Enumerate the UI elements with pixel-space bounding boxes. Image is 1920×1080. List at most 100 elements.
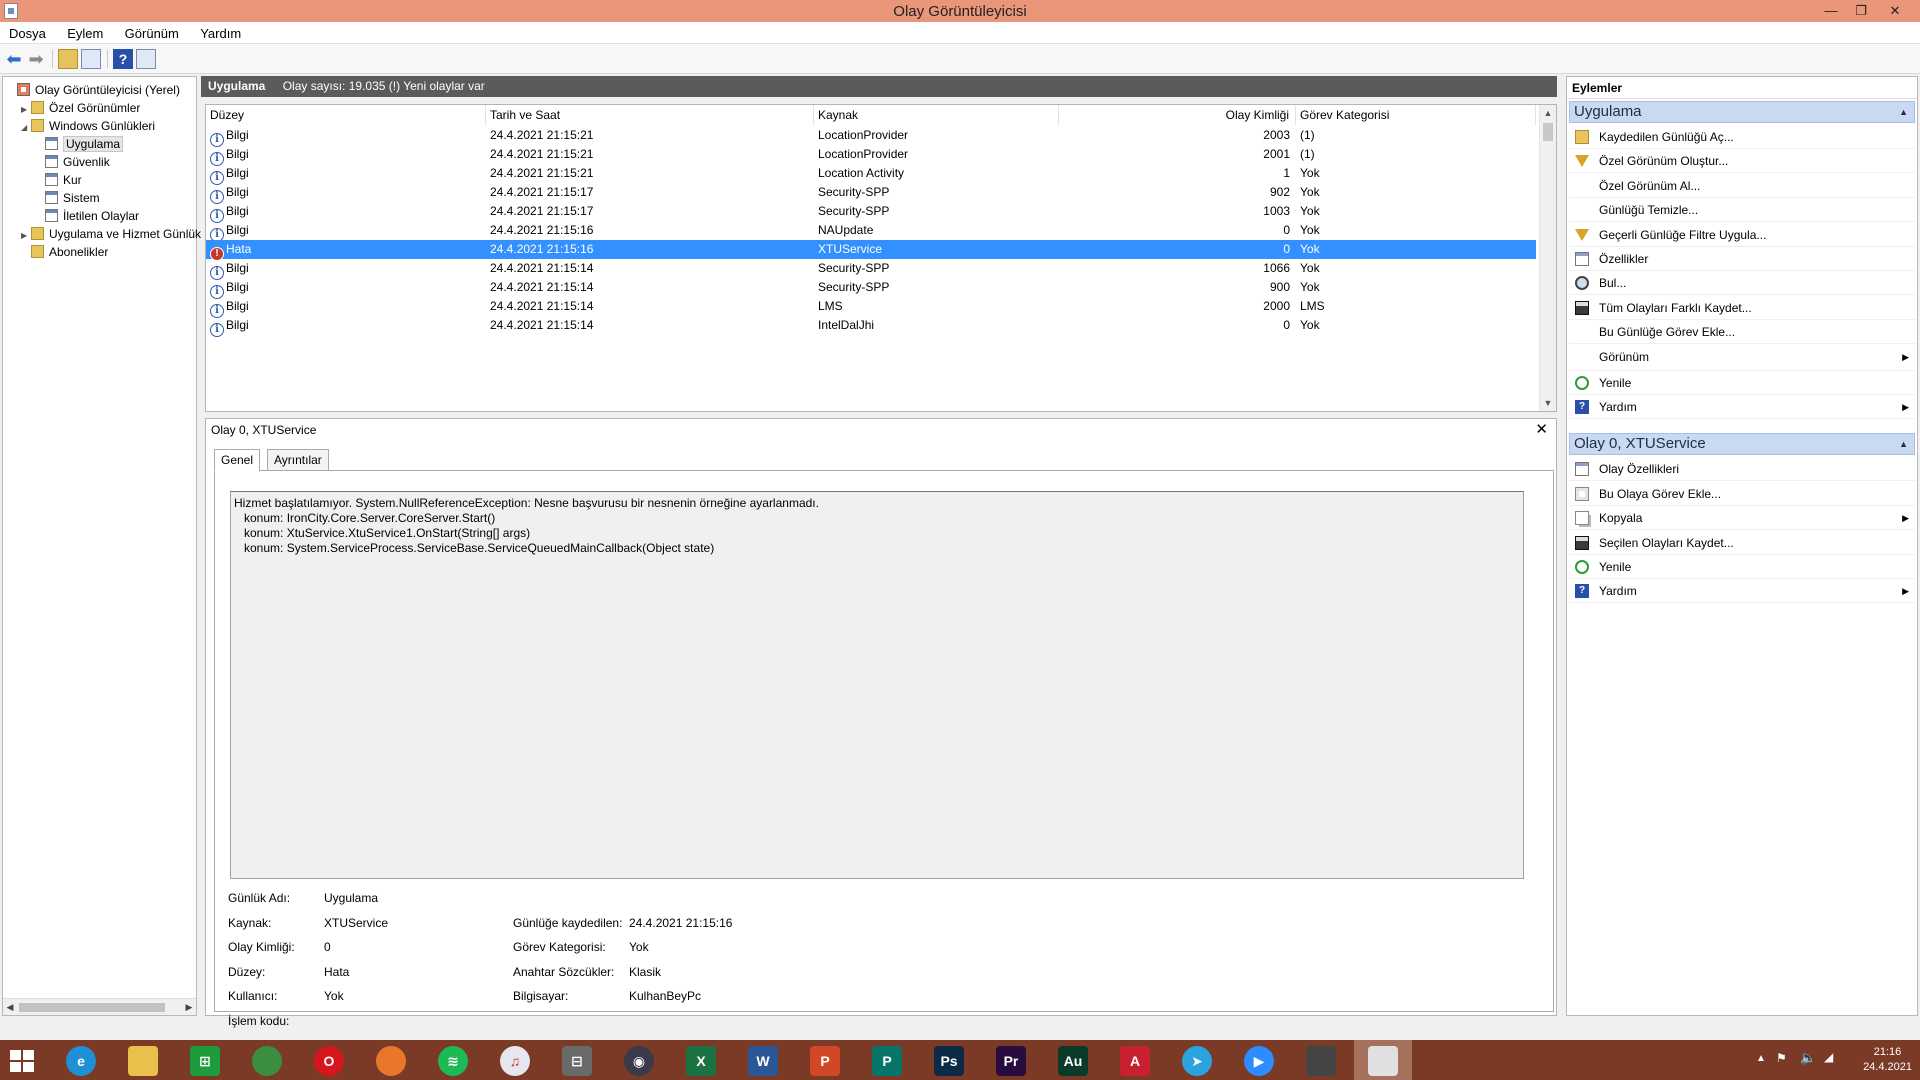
back-arrow-icon[interactable]: ⬅ bbox=[4, 49, 24, 69]
action-zel-g-r-n-m-olu-tur[interactable]: Özel Görünüm Oluştur... bbox=[1569, 149, 1915, 174]
user-photo-icon[interactable] bbox=[1306, 1046, 1336, 1076]
zoom-icon[interactable]: ▶ bbox=[1244, 1046, 1274, 1076]
table-row[interactable]: i Bilgi 24.4.2021 21:15:21 LocationProvider… bbox=[206, 126, 1536, 147]
column-header-event-id[interactable]: Olay Kimliği bbox=[1059, 105, 1296, 125]
file-explorer-icon[interactable] bbox=[128, 1046, 158, 1076]
collapse-caret-icon[interactable]: ▲ bbox=[1899, 102, 1908, 122]
tree-item-i-letilen-olaylar[interactable]: İletilen Olaylar bbox=[35, 207, 139, 225]
action-zellikler[interactable]: Özellikler bbox=[1569, 247, 1915, 271]
publisher-icon[interactable]: P bbox=[872, 1046, 902, 1076]
restore-button[interactable]: ❐ bbox=[1846, 0, 1876, 22]
table-row[interactable]: i Bilgi 24.4.2021 21:15:21 LocationProvider… bbox=[206, 145, 1536, 166]
tree-horizontal-scrollbar[interactable]: ◀ ▶ bbox=[3, 998, 196, 1015]
scroll-down-icon[interactable]: ▼ bbox=[1540, 395, 1556, 411]
action-yard-m[interactable]: ? Yardım ▶ bbox=[1569, 579, 1915, 604]
menu-help[interactable]: Yardım bbox=[191, 22, 250, 41]
minimize-button[interactable]: — bbox=[1816, 0, 1846, 22]
actions-section-header[interactable]: Olay 0, XTUService ▲ bbox=[1569, 433, 1915, 456]
action-bu-olaya-g-rev-ekle[interactable]: Bu Olaya Görev Ekle... bbox=[1569, 482, 1915, 506]
photoshop-icon[interactable]: Ps bbox=[934, 1046, 964, 1076]
tree-item-uygulama[interactable]: Uygulama bbox=[35, 135, 124, 153]
obs-icon[interactable]: ◉ bbox=[624, 1046, 654, 1076]
table-row[interactable]: i Bilgi 24.4.2021 21:15:14 Security-SPP 900 Y… bbox=[206, 278, 1536, 299]
media-app-icon[interactable]: ⊟ bbox=[562, 1046, 592, 1076]
chrome-icon[interactable] bbox=[252, 1046, 282, 1076]
action-t-m-olaylar-farkl-kaydet[interactable]: Tüm Olayları Farklı Kaydet... bbox=[1569, 296, 1915, 320]
action-yenile[interactable]: Yenile bbox=[1569, 371, 1915, 395]
close-icon[interactable]: ✕ bbox=[1535, 420, 1548, 438]
forward-arrow-icon[interactable]: ➡ bbox=[26, 49, 46, 69]
clock[interactable]: 21:16 24.4.2021 bbox=[1863, 1045, 1912, 1075]
menu-file[interactable]: Dosya bbox=[0, 22, 55, 41]
scroll-right-icon[interactable]: ▶ bbox=[182, 999, 196, 1015]
column-header-datetime[interactable]: Tarih ve Saat bbox=[486, 105, 814, 125]
volume-icon[interactable]: 🔈 bbox=[1800, 1050, 1816, 1066]
network-flag-icon[interactable]: ⚑ bbox=[1776, 1051, 1787, 1065]
show-hide-actions-icon[interactable] bbox=[136, 49, 156, 69]
word-icon[interactable]: W bbox=[748, 1046, 778, 1076]
column-header-task-category[interactable]: Görev Kategorisi bbox=[1296, 105, 1536, 125]
action-g-nl-temizle[interactable]: Günlüğü Temizle... bbox=[1569, 198, 1915, 223]
autocad-icon[interactable]: A bbox=[1120, 1046, 1150, 1076]
tab-general[interactable]: Genel bbox=[214, 449, 261, 472]
menu-action[interactable]: Eylem bbox=[58, 22, 112, 41]
help-icon[interactable]: ? bbox=[113, 49, 133, 69]
table-row[interactable]: i Bilgi 24.4.2021 21:15:21 Location Activit… bbox=[206, 164, 1536, 185]
action-zel-g-r-n-m-al[interactable]: Özel Görünüm Al... bbox=[1569, 174, 1915, 198]
table-row[interactable]: ! Hata 24.4.2021 21:15:16 XTUService 0 Yok bbox=[206, 240, 1536, 261]
powerpoint-icon[interactable]: P bbox=[810, 1046, 840, 1076]
telegram-icon[interactable]: ➤ bbox=[1182, 1046, 1212, 1076]
tree-item-kur[interactable]: Kur bbox=[35, 171, 82, 189]
table-row[interactable]: i Bilgi 24.4.2021 21:15:14 IntelDalJhi 0 Yok bbox=[206, 316, 1536, 337]
opera-icon[interactable]: O bbox=[314, 1046, 344, 1076]
tree-item-g-venlik[interactable]: Güvenlik bbox=[35, 153, 110, 171]
action-olay-zellikleri[interactable]: Olay Özellikleri bbox=[1569, 457, 1915, 482]
scroll-thumb[interactable] bbox=[19, 1003, 165, 1012]
action-kopyala[interactable]: Kopyala ▶ bbox=[1569, 506, 1915, 531]
event-message-box[interactable]: Hizmet başlatılamıyor. System.NullRefere… bbox=[230, 491, 1524, 879]
table-row[interactable]: i Bilgi 24.4.2021 21:15:16 NAUpdate 0 Yok bbox=[206, 221, 1536, 242]
column-header-source[interactable]: Kaynak bbox=[814, 105, 1059, 125]
tray-expand-icon[interactable]: ▲ bbox=[1756, 1053, 1766, 1064]
tree-item-zel-g-r-n-mler[interactable]: ▶ Özel Görünümler bbox=[21, 99, 140, 117]
store-icon[interactable]: ⊞ bbox=[190, 1046, 220, 1076]
table-row[interactable]: i Bilgi 24.4.2021 21:15:17 Security-SPP 1003… bbox=[206, 202, 1536, 223]
action-bu-g-nl-e-g-rev-ekle[interactable]: Bu Günlüğe Görev Ekle... bbox=[1569, 320, 1915, 345]
table-row[interactable]: i Bilgi 24.4.2021 21:15:17 Security-SPP 902 Y… bbox=[206, 183, 1536, 204]
edge-icon[interactable]: e bbox=[66, 1046, 96, 1076]
actions-section-header[interactable]: Uygulama ▲ bbox=[1569, 101, 1915, 123]
action-g-r-n-m[interactable]: Görünüm ▶ bbox=[1569, 345, 1915, 371]
table-row[interactable]: i Bilgi 24.4.2021 21:15:14 Security-SPP 1066… bbox=[206, 259, 1536, 280]
close-button[interactable]: ✕ bbox=[1880, 0, 1910, 22]
windows-start-icon[interactable] bbox=[10, 1050, 36, 1072]
tree-item-olay-g-r-nt-leyicisi-yerel[interactable]: Olay Görüntüleyicisi (Yerel) bbox=[7, 81, 180, 99]
table-row[interactable]: i Bilgi 24.4.2021 21:15:14 LMS 2000 LMS bbox=[206, 297, 1536, 318]
action-ge-erli-g-nl-e-filtre-uygula[interactable]: Geçerli Günlüğe Filtre Uygula... bbox=[1569, 223, 1915, 247]
tree-item-uygulama-ve-hizmet-g-nl-k[interactable]: ▶ Uygulama ve Hizmet Günlük bbox=[21, 225, 201, 243]
menu-view[interactable]: Görünüm bbox=[116, 22, 188, 41]
action-kaydedilen-g-nl-a[interactable]: Kaydedilen Günlüğü Aç... bbox=[1569, 125, 1915, 149]
action-yard-m[interactable]: ? Yardım ▶ bbox=[1569, 395, 1915, 419]
show-hide-tree-icon[interactable] bbox=[81, 49, 101, 69]
scroll-up-icon[interactable]: ▲ bbox=[1540, 105, 1556, 121]
firefox-icon[interactable] bbox=[376, 1046, 406, 1076]
spotify-icon[interactable]: ≋ bbox=[438, 1046, 468, 1076]
action-yenile[interactable]: Yenile bbox=[1569, 555, 1915, 579]
tab-details[interactable]: Ayrıntılar bbox=[267, 449, 329, 471]
tree-item-windows-g-nl-kleri[interactable]: ◢ Windows Günlükleri bbox=[21, 117, 155, 135]
event-viewer-taskbar-icon[interactable] bbox=[1368, 1046, 1398, 1076]
column-header-level[interactable]: Düzey bbox=[206, 105, 486, 125]
excel-icon[interactable]: X bbox=[686, 1046, 716, 1076]
expand-arrow-icon[interactable]: ◢ bbox=[21, 119, 31, 137]
action-se-ilen-olaylar-kaydet[interactable]: Seçilen Olayları Kaydet... bbox=[1569, 531, 1915, 555]
action-bul[interactable]: Bul... bbox=[1569, 271, 1915, 296]
grid-vertical-scrollbar[interactable]: ▲ ▼ bbox=[1539, 105, 1556, 411]
wifi-icon[interactable]: ◢ bbox=[1824, 1050, 1833, 1064]
premiere-icon[interactable]: Pr bbox=[996, 1046, 1026, 1076]
scroll-left-icon[interactable]: ◀ bbox=[3, 999, 17, 1015]
collapse-caret-icon[interactable]: ▲ bbox=[1899, 434, 1908, 454]
tree-item-abonelikler[interactable]: Abonelikler bbox=[21, 243, 108, 261]
audition-icon[interactable]: Au bbox=[1058, 1046, 1088, 1076]
up-folder-icon[interactable] bbox=[58, 49, 78, 69]
itunes-icon[interactable]: ♫ bbox=[500, 1046, 530, 1076]
